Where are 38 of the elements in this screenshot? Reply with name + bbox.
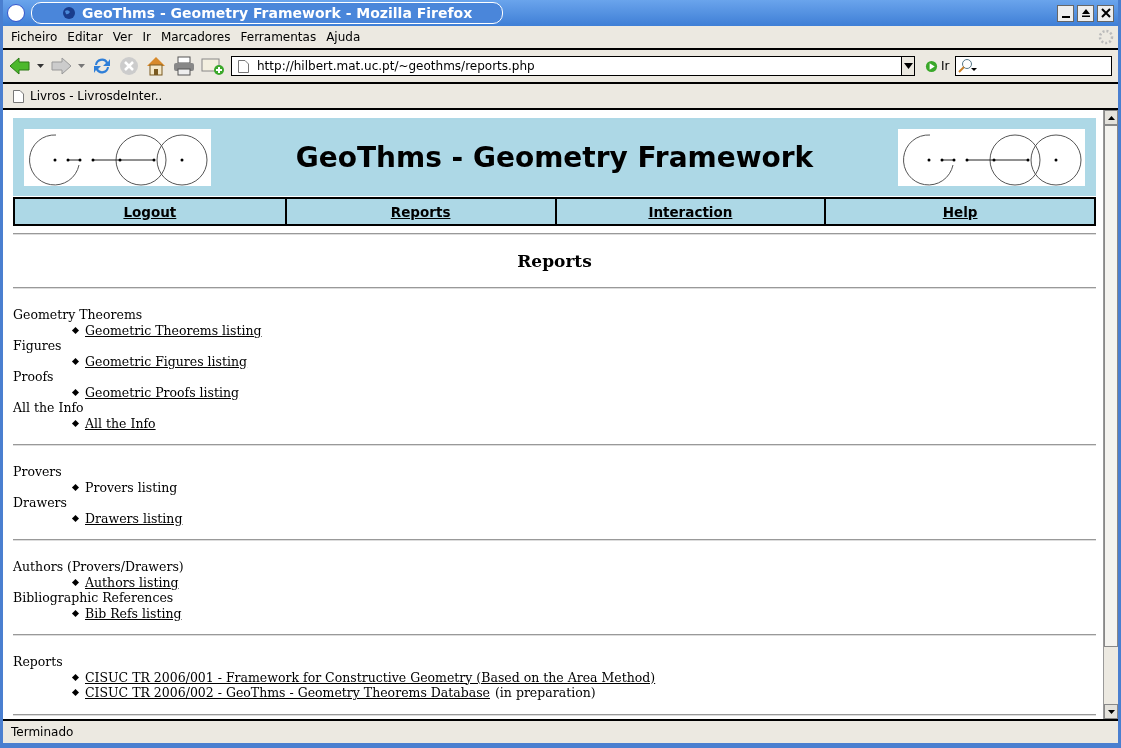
category-label: All the Info — [13, 400, 85, 416]
go-button[interactable]: Ir — [925, 59, 950, 73]
category-label: Geometry Theorems — [13, 307, 144, 323]
bookmark-item[interactable]: Livros - LivrosdeInter.. — [13, 89, 163, 103]
category-label: Authors (Provers/Drawers) — [13, 559, 185, 575]
report-link[interactable]: Bib Refs listing — [85, 605, 182, 621]
category-label: Drawers — [13, 495, 68, 511]
nav-link[interactable]: Reports — [390, 204, 451, 220]
category-label: Reports — [13, 654, 64, 670]
address-field[interactable]: http://hilbert.mat.uc.pt/~geothms/reports.php — [231, 56, 901, 76]
nav-link[interactable]: Interaction — [648, 204, 733, 220]
menu-item[interactable]: Ferramentas — [236, 30, 323, 44]
category-label: Provers — [13, 464, 63, 480]
menu-item[interactable]: Ir — [138, 30, 157, 44]
category-label: Figures — [13, 338, 63, 354]
category-label: Bibliographic References — [13, 590, 175, 606]
report-link[interactable]: Geometric Proofs listing — [85, 384, 240, 400]
list-text: Provers listing — [85, 479, 178, 495]
menu-item[interactable]: Editar — [63, 30, 109, 44]
menu-item[interactable]: Ficheiro — [7, 30, 64, 44]
page-heading: Reports — [516, 251, 593, 271]
note-text: (in preparation) — [495, 685, 596, 701]
menu-item[interactable]: Ajuda — [322, 30, 367, 44]
report-link[interactable]: CISUC TR 2006/001 - Framework for Constructive Geometry (Based on the Area Method) — [85, 669, 656, 685]
report-link[interactable]: Geometric Theorems listing — [85, 322, 262, 338]
site-title: GeoThms - Geometry Framework — [294, 140, 815, 174]
report-link[interactable]: CISUC TR 2006/002 - GeoThms - Geometry Theorems Database — [85, 685, 490, 701]
report-link[interactable]: All the Info — [85, 415, 156, 431]
report-link[interactable]: Geometric Figures listing — [85, 353, 248, 369]
window-title: GeoThms - Geometry Framework - Mozilla Firefox — [82, 5, 473, 21]
nav-link[interactable]: Logout — [123, 204, 177, 220]
report-link[interactable]: Authors listing — [85, 574, 179, 590]
nav-link[interactable]: Help — [942, 204, 978, 220]
report-link[interactable]: Drawers listing — [85, 510, 183, 526]
menu-item[interactable]: Ver — [108, 30, 139, 44]
category-label: Proofs — [13, 369, 55, 385]
menu-item[interactable]: Marcadores — [156, 30, 237, 44]
status-text: Terminado — [11, 725, 74, 739]
